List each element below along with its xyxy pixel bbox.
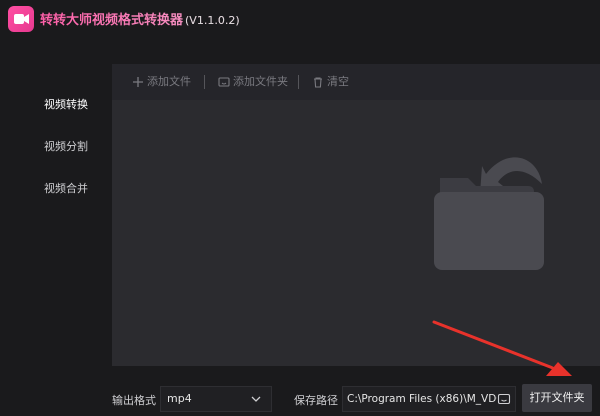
title-bar: 转转大师视频格式转换器 (V1.1.0.2) [0,0,600,40]
output-format-select[interactable]: mp4 [160,386,272,412]
video-camera-icon [14,14,29,24]
folder-import-icon [434,157,544,270]
add-file-button[interactable]: 添加文件 [132,73,191,91]
chevron-down-icon [251,396,261,402]
sidebar-item-video-convert[interactable]: 视频转换 [0,94,110,116]
file-drop-area[interactable]: 添加文件 添加文件夹 清空 [112,64,600,366]
output-format-label: 输出格式 [112,394,156,407]
add-folder-button[interactable]: 添加文件夹 [218,73,288,91]
clear-button[interactable]: 清空 [312,73,349,91]
clear-label: 清空 [327,75,349,88]
app-version: (V1.1.0.2) [185,14,240,27]
trash-icon [314,77,322,88]
add-file-label: 添加文件 [147,75,191,88]
output-format-value: mp4 [167,392,192,405]
bottom-bar: 输出格式 mp4 保存路径 C:\Program Files (x86)\M_V… [0,378,600,416]
add-folder-label: 添加文件夹 [233,75,288,88]
sidebar-item-video-split[interactable]: 视频分割 [0,136,110,158]
toolbar-divider [298,75,299,89]
app-title: 转转大师视频格式转换器 (V1.1.0.2) [40,9,240,28]
app-logo [8,6,34,32]
open-folder-button[interactable]: 打开文件夹 [522,384,592,412]
toolbar-divider [204,75,205,89]
sidebar-item-video-merge[interactable]: 视频合并 [0,178,110,200]
plus-icon [133,77,143,87]
save-path-field[interactable]: C:\Program Files (x86)\M_VDC [342,386,516,412]
folder-icon [218,77,230,87]
folder-browse-icon[interactable] [497,392,511,406]
toolbar: 添加文件 添加文件夹 清空 [112,64,600,100]
save-path-label: 保存路径 [294,394,338,407]
app-title-text: 转转大师视频格式转换器 [40,13,184,28]
save-path-value: C:\Program Files (x86)\M_VDC [347,393,504,405]
